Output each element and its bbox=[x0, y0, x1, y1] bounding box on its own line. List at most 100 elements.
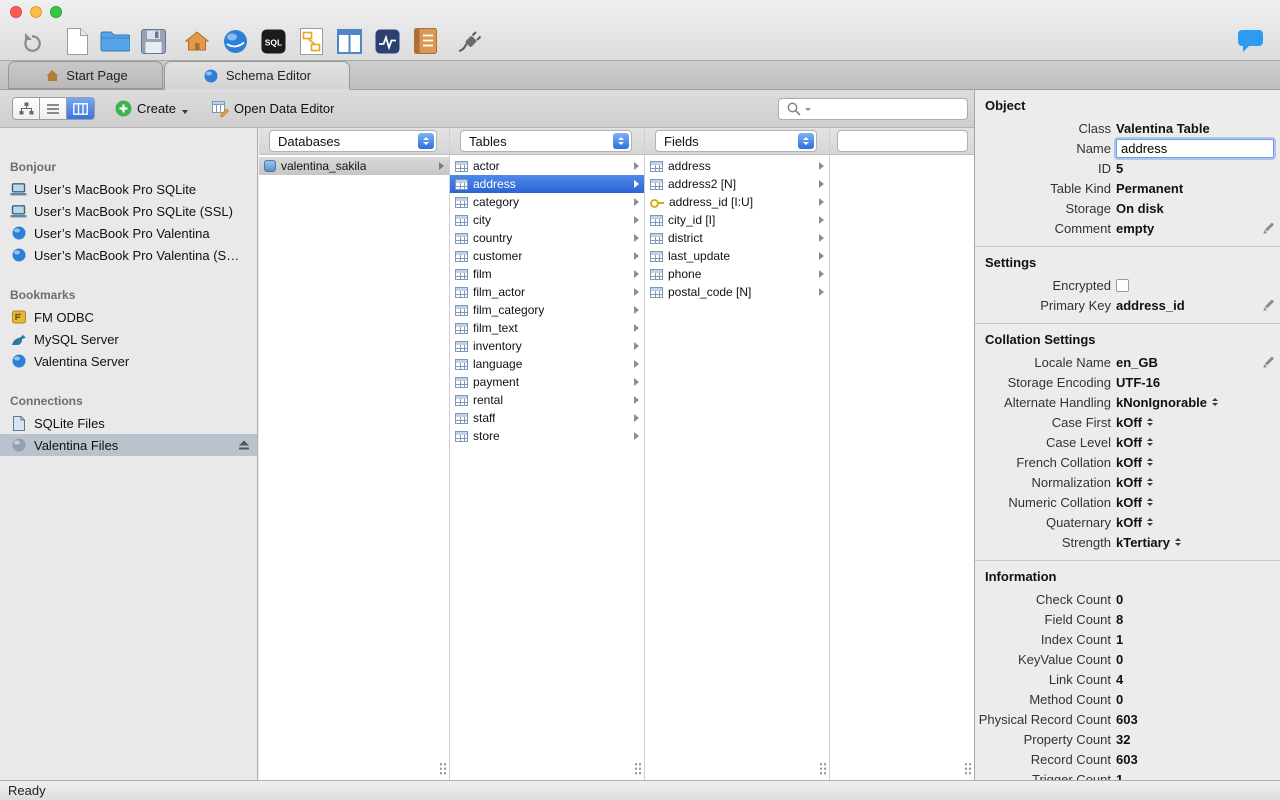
table-row[interactable]: film bbox=[450, 265, 644, 283]
field-label: city_id [I] bbox=[668, 213, 716, 227]
search-input[interactable] bbox=[814, 101, 961, 117]
sidebar-item-users-macbook-valentina-ssl[interactable]: User’s MacBook Pro Valentina (S… bbox=[0, 244, 257, 266]
column-view-button[interactable] bbox=[67, 98, 94, 119]
tab-start-page[interactable]: Start Page bbox=[8, 61, 163, 89]
diagram-icon[interactable] bbox=[296, 24, 326, 58]
encrypted-checkbox[interactable] bbox=[1116, 278, 1129, 292]
table-icon bbox=[455, 268, 468, 280]
table-row[interactable]: store bbox=[450, 427, 644, 445]
field-row[interactable]: city_id [I] bbox=[645, 211, 829, 229]
chevron-right-icon bbox=[634, 396, 639, 404]
home-icon[interactable] bbox=[182, 24, 212, 58]
property-label: Strength bbox=[1061, 534, 1111, 550]
field-row[interactable]: district bbox=[645, 229, 829, 247]
empty-filter-field[interactable] bbox=[837, 130, 968, 152]
sidebar-item-valentina-files[interactable]: Valentina Files bbox=[0, 434, 257, 456]
table-row[interactable]: city bbox=[450, 211, 644, 229]
stepper-icon[interactable] bbox=[1147, 458, 1153, 466]
search-field[interactable] bbox=[778, 98, 968, 120]
stepper-icon[interactable] bbox=[1147, 418, 1153, 426]
sidebar-item-valentina-server[interactable]: Valentina Server bbox=[0, 350, 257, 372]
table-row[interactable]: staff bbox=[450, 409, 644, 427]
report-icon[interactable] bbox=[410, 24, 440, 58]
stepper-icon[interactable] bbox=[1147, 478, 1153, 486]
new-document-icon[interactable] bbox=[62, 24, 92, 58]
valentina-sphere-icon bbox=[10, 354, 27, 368]
field-row[interactable]: phone bbox=[645, 265, 829, 283]
table-row[interactable]: film_category bbox=[450, 301, 644, 319]
property-label: Alternate Handling bbox=[1004, 394, 1111, 410]
table-icon bbox=[455, 322, 468, 334]
sidebar-item-sqlite-files[interactable]: SQLite Files bbox=[0, 412, 257, 434]
connect-plug-icon[interactable] bbox=[454, 24, 484, 58]
field-icon bbox=[650, 214, 663, 226]
field-row[interactable]: address2 [N] bbox=[645, 175, 829, 193]
column-view-icon[interactable] bbox=[334, 24, 364, 58]
field-row[interactable]: address_id [I:U] bbox=[645, 193, 829, 211]
save-icon[interactable] bbox=[138, 24, 168, 58]
stepper-icon[interactable] bbox=[1147, 438, 1153, 446]
search-options-caret-icon[interactable] bbox=[805, 107, 811, 111]
stepper-icon[interactable] bbox=[1212, 398, 1218, 406]
home-tab-icon bbox=[43, 69, 60, 82]
table-row[interactable]: film_actor bbox=[450, 283, 644, 301]
sidebar-item-users-macbook-valentina[interactable]: User’s MacBook Pro Valentina bbox=[0, 222, 257, 244]
name-input[interactable] bbox=[1116, 138, 1274, 158]
property-label: Normalization bbox=[1031, 474, 1111, 490]
stepper-icon[interactable] bbox=[1175, 538, 1181, 546]
close-window-button[interactable] bbox=[10, 6, 22, 18]
table-row[interactable]: customer bbox=[450, 247, 644, 265]
sidebar-item-users-macbook-sqlite[interactable]: User’s MacBook Pro SQLite bbox=[0, 178, 257, 200]
table-label: country bbox=[473, 231, 513, 245]
open-folder-icon[interactable] bbox=[100, 24, 130, 58]
sidebar-item-label: MySQL Server bbox=[34, 331, 119, 347]
table-icon bbox=[455, 340, 468, 352]
valentina-icon[interactable] bbox=[220, 24, 250, 58]
databases-dropdown[interactable]: Databases bbox=[269, 130, 437, 152]
sidebar-item-users-macbook-sqlite-ssl[interactable]: User’s MacBook Pro SQLite (SSL) bbox=[0, 200, 257, 222]
field-row[interactable]: postal_code [N] bbox=[645, 283, 829, 301]
chevron-right-icon bbox=[819, 252, 824, 260]
column-resize-grip[interactable] bbox=[439, 762, 447, 775]
tree-view-button[interactable] bbox=[13, 98, 40, 119]
table-row[interactable]: country bbox=[450, 229, 644, 247]
property-value: en_GB bbox=[1116, 354, 1158, 370]
edit-comment-icon[interactable] bbox=[1264, 222, 1275, 232]
column-resize-grip[interactable] bbox=[964, 762, 972, 775]
edit-locale-icon[interactable] bbox=[1264, 356, 1275, 366]
table-row[interactable]: film_text bbox=[450, 319, 644, 337]
fields-dropdown[interactable]: Fields bbox=[655, 130, 817, 152]
chevron-right-icon bbox=[634, 270, 639, 278]
stepper-icon[interactable] bbox=[1147, 498, 1153, 506]
table-row[interactable]: rental bbox=[450, 391, 644, 409]
list-view-button[interactable] bbox=[40, 98, 67, 119]
column-resize-grip[interactable] bbox=[634, 762, 642, 775]
field-row[interactable]: address bbox=[645, 157, 829, 175]
table-row[interactable]: category bbox=[450, 193, 644, 211]
sidebar-item-fm-odbc[interactable]: FM ODBC bbox=[0, 306, 257, 328]
create-button[interactable]: Create bbox=[111, 98, 192, 119]
valentina-sphere-icon bbox=[10, 226, 27, 240]
column-resize-grip[interactable] bbox=[819, 762, 827, 775]
zoom-window-button[interactable] bbox=[50, 6, 62, 18]
eject-icon[interactable] bbox=[238, 440, 250, 450]
tab-schema-editor[interactable]: Schema Editor bbox=[164, 61, 350, 90]
open-data-editor-button[interactable]: Open Data Editor bbox=[208, 98, 338, 119]
database-row[interactable]: valentina_sakila bbox=[259, 157, 449, 175]
field-row[interactable]: last_update bbox=[645, 247, 829, 265]
server-monitor-icon[interactable] bbox=[372, 24, 402, 58]
table-row[interactable]: address bbox=[450, 175, 644, 193]
tables-dropdown[interactable]: Tables bbox=[460, 130, 632, 152]
sidebar-item-mysql-server[interactable]: MySQL Server bbox=[0, 328, 257, 350]
edit-primary-key-icon[interactable] bbox=[1264, 299, 1275, 309]
sql-editor-icon[interactable]: SQL bbox=[258, 24, 288, 58]
minimize-window-button[interactable] bbox=[30, 6, 42, 18]
stepper-icon[interactable] bbox=[1147, 518, 1153, 526]
property-value: empty bbox=[1116, 220, 1155, 236]
undo-icon[interactable] bbox=[16, 24, 46, 58]
chat-icon[interactable] bbox=[1237, 29, 1264, 57]
table-row[interactable]: payment bbox=[450, 373, 644, 391]
table-row[interactable]: inventory bbox=[450, 337, 644, 355]
table-row[interactable]: language bbox=[450, 355, 644, 373]
table-row[interactable]: actor bbox=[450, 157, 644, 175]
